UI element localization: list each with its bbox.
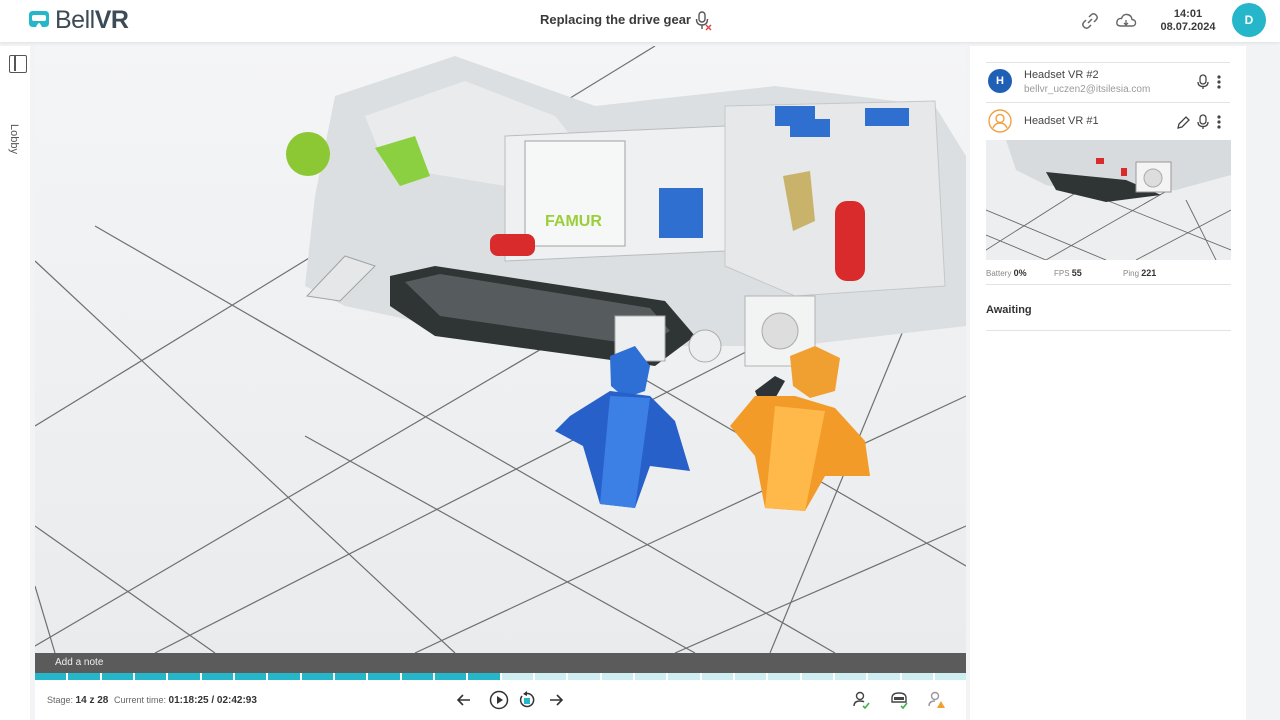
user-warning-icon[interactable]: [925, 689, 947, 711]
current-time-value: 01:18:25 / 02:42:93: [168, 695, 257, 706]
edit-icon[interactable]: [1176, 114, 1190, 130]
timeline-segment-pending[interactable]: [834, 673, 867, 680]
headset-row-vr2[interactable]: H Headset VR #2 bellvr_uczen2@itsilesia.…: [986, 62, 1230, 100]
ping-stat: Ping 221: [1123, 268, 1157, 278]
famur-label: FAMUR: [545, 213, 602, 230]
timeline-segment-done[interactable]: [35, 673, 67, 680]
divider: [986, 284, 1231, 285]
playback-bar: Stage: 14 z 28 Current time: 01:18:25 / …: [35, 680, 966, 720]
timeline-segment-done[interactable]: [368, 673, 400, 680]
timeline-segment-pending[interactable]: [901, 673, 933, 680]
mic-icon[interactable]: [1196, 114, 1210, 130]
link-icon[interactable]: [1080, 11, 1100, 31]
clock-time: 14:01: [1173, 8, 1203, 20]
stage-timeline[interactable]: [35, 673, 967, 680]
timeline-segment-done[interactable]: [168, 673, 200, 680]
mic-off-icon[interactable]: [694, 11, 712, 31]
timeline-segment-pending[interactable]: [934, 673, 967, 680]
user-avatar[interactable]: D: [1232, 3, 1266, 37]
headset-avatar: H: [988, 69, 1012, 93]
clock-date: 08.07.2024: [1160, 21, 1216, 33]
lobby-label[interactable]: Lobby: [8, 124, 20, 154]
cloud-icon[interactable]: [1115, 11, 1137, 31]
stage-indicator: Stage: 14 z 28: [47, 695, 108, 706]
timeline-segment-done[interactable]: [334, 673, 367, 680]
timeline-segment-pending[interactable]: [668, 673, 700, 680]
awaiting-heading: Awaiting: [986, 304, 1032, 316]
timeline-segment-done[interactable]: [101, 673, 133, 680]
headset-logo-icon: [29, 11, 49, 27]
timeline-segment-pending[interactable]: [501, 673, 533, 680]
headset-name: Headset VR #1: [1024, 115, 1099, 127]
headset-camera-preview[interactable]: [986, 140, 1231, 260]
more-options-icon[interactable]: [1216, 74, 1222, 90]
left-rail: Lobby: [0, 46, 30, 720]
stage-value: 14 z 28: [75, 695, 109, 706]
next-icon[interactable]: [545, 689, 567, 711]
clock: 14:01 08.07.2024: [1152, 8, 1224, 34]
headset-name: Headset VR #2: [1024, 69, 1099, 81]
timeline-segment-done[interactable]: [301, 673, 333, 680]
play-icon[interactable]: [488, 689, 510, 711]
timeline-segment-pending[interactable]: [701, 673, 733, 680]
timeline-segment-done[interactable]: [434, 673, 467, 680]
timeline-segment-pending[interactable]: [568, 673, 600, 680]
timeline-segment-done[interactable]: [401, 673, 433, 680]
timeline-segment-pending[interactable]: [634, 673, 667, 680]
vr-scene-viewport[interactable]: FAMUR: [35, 46, 966, 653]
headset-row-vr1[interactable]: Headset VR #1: [986, 102, 1230, 140]
lobby-toggle-icon[interactable]: [9, 55, 27, 73]
timeline-segment-pending[interactable]: [601, 673, 633, 680]
timeline-segment-done[interactable]: [68, 673, 100, 680]
current-time-label: Current time:: [114, 695, 167, 705]
person-avatar-icon: [988, 109, 1012, 133]
fps-stat: FPS 55: [1054, 268, 1082, 278]
timeline-segment-pending[interactable]: [768, 673, 800, 680]
timeline-segment-done[interactable]: [234, 673, 267, 680]
top-header: BellVR Replacing the drive gear 14:01 08…: [0, 0, 1280, 42]
timeline-segment-pending[interactable]: [868, 673, 900, 680]
participants-panel: H Headset VR #2 bellvr_uczen2@itsilesia.…: [970, 46, 1246, 720]
timeline-segment-pending[interactable]: [801, 673, 833, 680]
timeline-segment-done[interactable]: [468, 673, 500, 680]
timeline-segment-pending[interactable]: [734, 673, 767, 680]
user-check-icon[interactable]: [850, 689, 872, 711]
bellvr-logo[interactable]: BellVR: [26, 5, 129, 34]
add-note-bar[interactable]: Add a note: [35, 653, 966, 673]
headset-check-icon[interactable]: [888, 689, 910, 711]
divider: [986, 330, 1231, 331]
timeline-segment-pending[interactable]: [534, 673, 567, 680]
replay-icon[interactable]: [516, 689, 538, 711]
battery-stat: Battery 0%: [986, 268, 1027, 278]
timeline-segment-done[interactable]: [134, 673, 167, 680]
prev-icon[interactable]: [453, 689, 475, 711]
stage-label: Stage:: [47, 695, 74, 705]
session-title: Replacing the drive gear: [540, 12, 691, 27]
right-edge-gutter: [1246, 46, 1280, 720]
current-time-indicator: Current time: 01:18:25 / 02:42:93: [114, 695, 257, 706]
logo-text: BellVR: [55, 5, 129, 34]
mic-icon[interactable]: [1196, 74, 1210, 90]
timeline-segment-done[interactable]: [268, 673, 300, 680]
headset-email: bellvr_uczen2@itsilesia.com: [1024, 84, 1151, 95]
add-note-placeholder: Add a note: [55, 657, 104, 668]
scene-render: FAMUR: [35, 46, 966, 653]
timeline-segment-done[interactable]: [201, 673, 233, 680]
preview-render: [986, 140, 1231, 260]
more-options-icon[interactable]: [1216, 114, 1222, 130]
